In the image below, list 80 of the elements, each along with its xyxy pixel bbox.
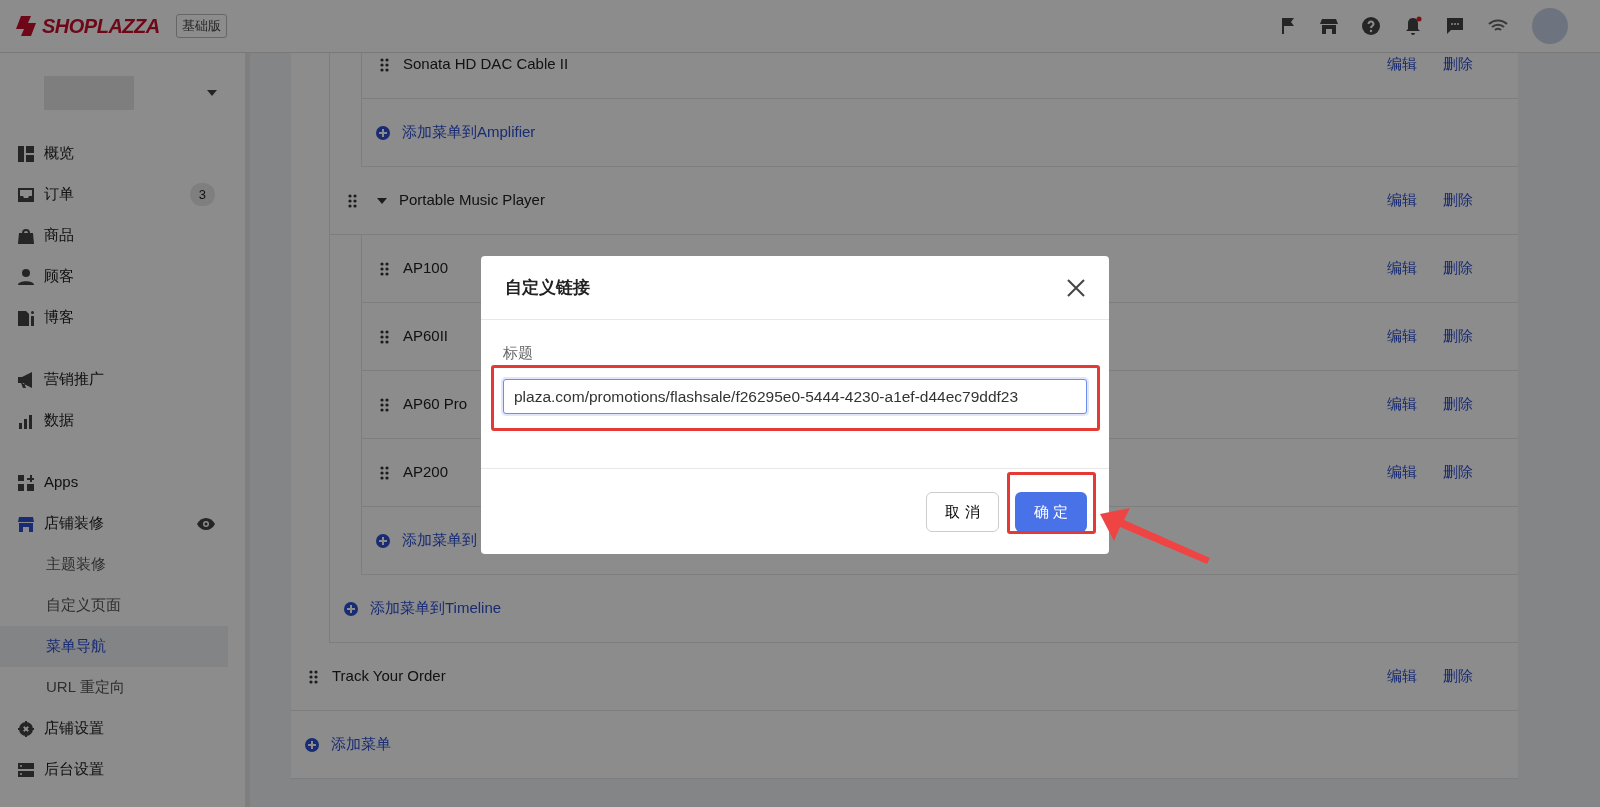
drag-handle-icon[interactable] [380, 261, 389, 276]
sidebar-item[interactable]: 营销推广 [44, 368, 104, 391]
add-menu-link[interactable]: 添加菜单到Amplifier [402, 121, 536, 144]
server-icon [18, 761, 34, 778]
sidebar-item[interactable]: 订单 [44, 183, 74, 206]
help-icon[interactable] [1362, 17, 1380, 35]
logo-icon [16, 15, 38, 37]
flag-icon[interactable] [1280, 17, 1296, 35]
title-input-field[interactable]: plaza.com/promotions/flashsale/f26295e0-5444-4230-a1ef-d44ec79ddf23 [503, 379, 1087, 415]
sidebar-item[interactable]: 店铺装修 [44, 512, 104, 535]
shopping-bag-icon [18, 227, 34, 244]
cancel-button[interactable]: 取 消 [926, 491, 999, 532]
delete-link[interactable]: 删除 [1443, 665, 1473, 688]
sidebar-item[interactable]: 博客 [44, 306, 74, 329]
menu-item-title: AP60II [403, 326, 449, 347]
drag-handle-icon[interactable] [380, 397, 389, 412]
drag-handle-icon[interactable] [380, 329, 389, 344]
eye-icon[interactable] [197, 517, 215, 530]
dialog-title: 自定义链接 [505, 276, 590, 299]
person-icon [18, 268, 34, 285]
inbox-icon [18, 186, 34, 203]
edit-link[interactable]: 编辑 [1387, 257, 1417, 280]
edit-link[interactable]: 编辑 [1387, 393, 1417, 416]
confirm-button[interactable]: 确 定 [1015, 491, 1087, 532]
add-menu-link[interactable]: 添加菜单 [331, 733, 391, 756]
menu-item-title: Sonata HD DAC Cable II [403, 54, 569, 75]
add-circle-icon[interactable] [305, 737, 319, 752]
sidebar-item[interactable]: 数据 [44, 409, 74, 432]
drag-handle-icon[interactable] [380, 57, 389, 72]
delete-link[interactable]: 删除 [1443, 461, 1473, 484]
edit-link[interactable]: 编辑 [1387, 461, 1417, 484]
menu-item-title: AP100 [403, 258, 449, 279]
delete-link[interactable]: 删除 [1443, 53, 1473, 76]
drag-handle-icon[interactable] [380, 465, 389, 480]
menu-item-title: Portable Music Player [399, 190, 545, 211]
close-icon[interactable] [1067, 278, 1085, 297]
brand-logo: SHOPLAZZA [42, 14, 160, 39]
add-circle-icon[interactable] [344, 601, 358, 616]
caret-icon[interactable] [207, 90, 217, 96]
bar-chart-icon [18, 412, 34, 429]
sidebar-item[interactable]: Apps [44, 471, 79, 494]
add-menu-link[interactable]: 添加菜单到 [402, 529, 477, 552]
sidebar-subitem[interactable]: URL 重定向 [0, 667, 228, 708]
notification-bell-icon[interactable] [1404, 16, 1422, 36]
menu-item-title: AP60 Pro [403, 394, 468, 415]
delete-link[interactable]: 删除 [1443, 257, 1473, 280]
count-badge: 3 [189, 182, 215, 207]
store-icon[interactable] [1320, 17, 1338, 35]
caret-icon[interactable] [377, 197, 387, 204]
edit-link[interactable]: 编辑 [1387, 665, 1417, 688]
edit-link[interactable]: 编辑 [1387, 53, 1417, 76]
add-circle-icon[interactable] [376, 533, 390, 548]
gear-icon [18, 720, 34, 737]
sidebar-subitem[interactable]: 主题装修 [0, 544, 228, 585]
delete-link[interactable]: 删除 [1443, 189, 1473, 212]
add-menu-link[interactable]: 添加菜单到Timeline [370, 597, 502, 620]
wifi-icon[interactable] [1488, 19, 1508, 33]
add-circle-icon[interactable] [376, 125, 390, 140]
delete-link[interactable]: 删除 [1443, 393, 1473, 416]
sidebar-subitem[interactable]: 菜单导航 [0, 626, 228, 667]
megaphone-icon [18, 371, 34, 388]
menu-item-title: Track Your Order [332, 666, 446, 687]
menu-item-title: AP200 [403, 462, 449, 483]
delete-link[interactable]: 删除 [1443, 325, 1473, 348]
sidebar-item[interactable]: 概览 [44, 142, 74, 165]
dashboard-icon [18, 145, 34, 162]
sidebar-item[interactable]: 后台设置 [44, 758, 104, 781]
blog-icon [18, 309, 34, 326]
plan-badge: 基础版 [175, 14, 227, 38]
edit-link[interactable]: 编辑 [1387, 325, 1417, 348]
drag-handle-icon[interactable] [309, 669, 318, 684]
drag-handle-icon[interactable] [348, 193, 357, 208]
sidebar-item[interactable]: 商品 [44, 224, 74, 247]
sidebar-item[interactable]: 店铺设置 [44, 717, 104, 740]
edit-link[interactable]: 编辑 [1387, 189, 1417, 212]
field-label: 标题 [503, 344, 533, 362]
sidebar-item[interactable]: 顾客 [44, 265, 74, 288]
message-icon[interactable] [1446, 17, 1464, 35]
sidebar-subitem[interactable]: 自定义页面 [0, 585, 228, 626]
apps-icon [18, 474, 34, 491]
